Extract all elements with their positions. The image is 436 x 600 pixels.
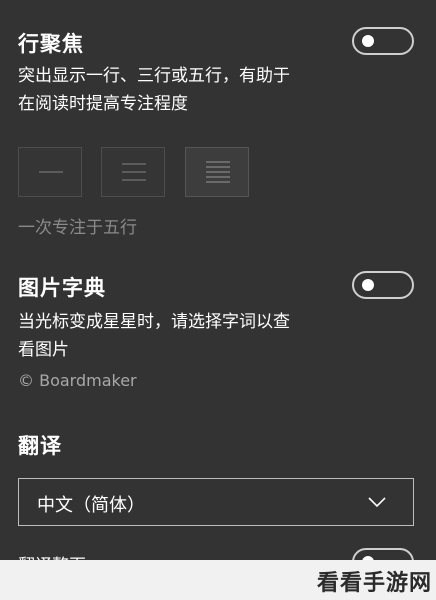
- three-lines-icon: [122, 163, 146, 181]
- toggle-knob: [362, 35, 374, 47]
- one-line-icon: [39, 171, 63, 173]
- line-focus-status: 一次专注于五行: [18, 218, 137, 238]
- line-focus-toggle[interactable]: [352, 27, 414, 55]
- three-lines-button[interactable]: [101, 147, 165, 197]
- toggle-knob: [362, 279, 374, 291]
- five-lines-button[interactable]: [185, 147, 249, 197]
- translate-title: 翻译: [18, 434, 62, 458]
- translate-language-dropdown[interactable]: 中文（简体）: [18, 478, 414, 526]
- line-focus-title: 行聚焦: [18, 32, 84, 56]
- one-line-button[interactable]: [18, 147, 82, 197]
- line-focus-description-line1: 突出显示一行、三行或五行，有助于: [18, 66, 290, 86]
- watermark-text: 看看手游网: [316, 571, 432, 596]
- picture-dictionary-description-line2: 看图片: [18, 340, 69, 360]
- picture-dictionary-toggle[interactable]: [352, 271, 414, 299]
- picture-dictionary-title: 图片字典: [18, 276, 106, 300]
- translate-language-value: 中文（简体）: [37, 495, 145, 516]
- line-focus-description-line2: 在阅读时提高专注程度: [18, 94, 188, 114]
- boardmaker-credit: © Boardmaker: [18, 371, 137, 390]
- picture-dictionary-description-line1: 当光标变成星星时，请选择字词以查: [18, 312, 290, 332]
- five-lines-icon: [206, 161, 230, 183]
- chevron-down-icon: [368, 497, 386, 508]
